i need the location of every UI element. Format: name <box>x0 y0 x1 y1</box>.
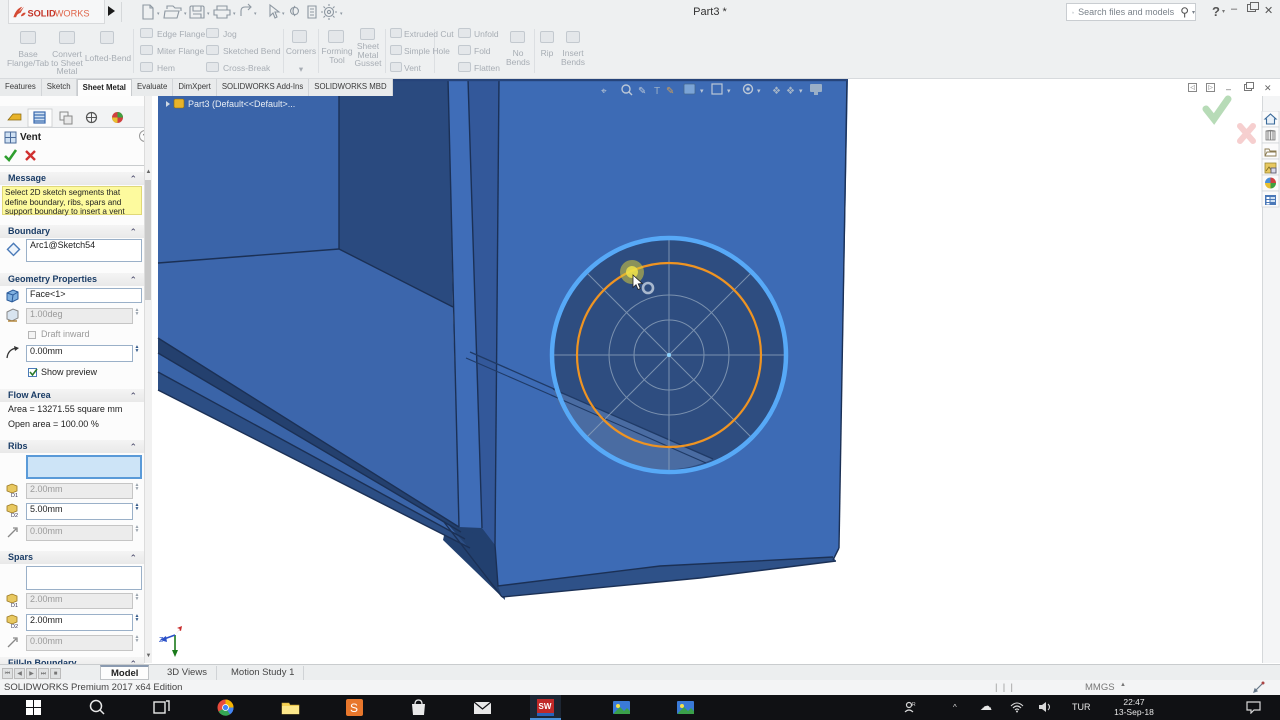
svg-text:WORKS: WORKS <box>55 8 90 18</box>
svg-text:▾: ▾ <box>282 11 285 17</box>
svg-text:❖: ❖ <box>786 86 795 97</box>
svg-text:D2: D2 <box>11 513 18 518</box>
svg-text:✎: ✎ <box>666 86 674 97</box>
svg-text:Z: Z <box>159 637 164 644</box>
svg-text:▾: ▾ <box>727 88 731 95</box>
svg-text:D1: D1 <box>11 493 18 498</box>
svg-text:▾: ▾ <box>157 11 160 17</box>
svg-text:T: T <box>654 86 660 97</box>
svg-text:S: S <box>350 701 358 715</box>
svg-text:▾: ▾ <box>207 11 210 17</box>
svg-text:▾: ▾ <box>184 11 187 17</box>
svg-text:Part3 (Default<<Default>...: Part3 (Default<<Default>... <box>188 99 295 109</box>
svg-text:✎: ✎ <box>638 86 646 97</box>
svg-text:D1: D1 <box>11 603 18 608</box>
svg-text:⌖: ⌖ <box>601 86 607 97</box>
svg-text:▾: ▾ <box>757 88 761 95</box>
svg-text:▾: ▾ <box>340 11 343 17</box>
svg-text:▾: ▾ <box>700 88 704 95</box>
svg-text:SW: SW <box>539 702 552 711</box>
svg-text:❖: ❖ <box>772 86 781 97</box>
svg-text:SOLID: SOLID <box>27 8 56 18</box>
svg-text:D2: D2 <box>11 624 18 629</box>
svg-text:▾: ▾ <box>254 11 257 17</box>
svg-text:R: R <box>912 702 916 708</box>
svg-text:▾: ▾ <box>799 88 803 95</box>
svg-text:▾: ▾ <box>233 11 236 17</box>
